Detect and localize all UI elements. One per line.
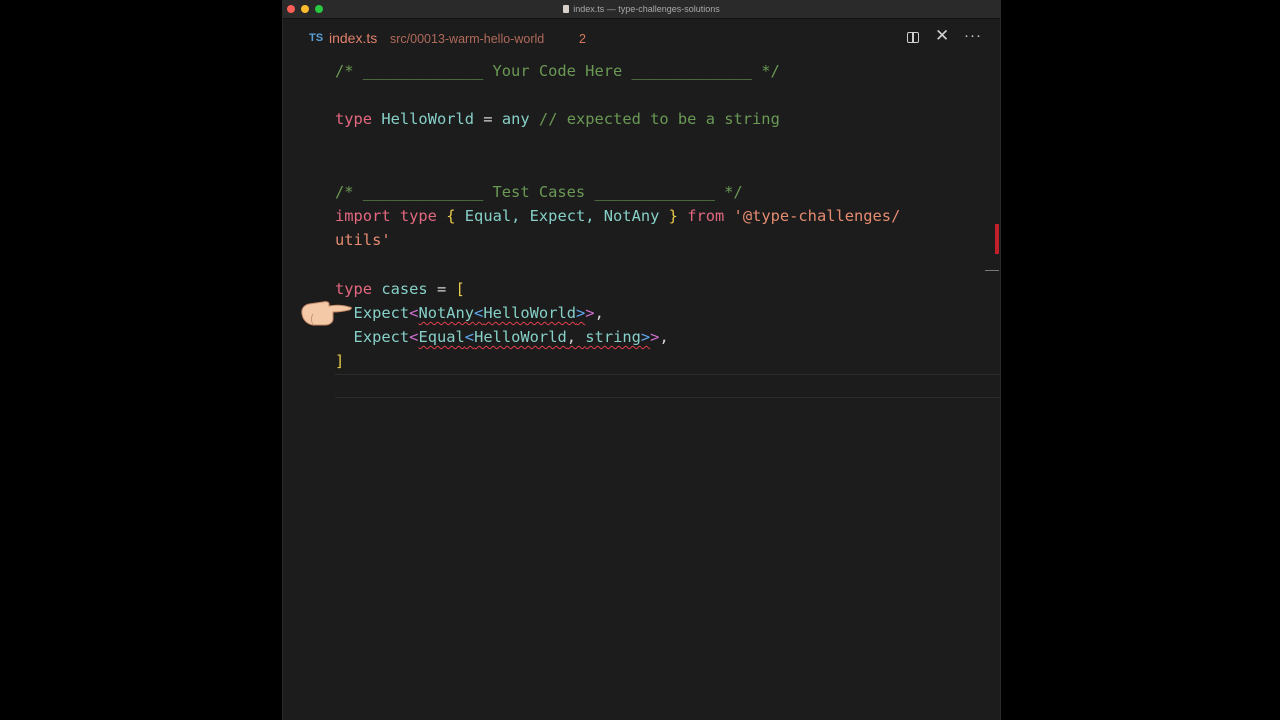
tab-file-name[interactable]: index.ts <box>329 30 377 46</box>
keyword: type <box>390 207 437 226</box>
code-line-12: Expect <Equal<HelloWorld, string>>, <box>335 325 900 349</box>
code-editor[interactable]: /* _____________ Your Code Here ________… <box>335 59 900 373</box>
bracket: < <box>474 303 484 322</box>
scrollbar-error-marker[interactable] <box>995 224 999 254</box>
typescript-icon: TS <box>309 32 324 44</box>
bracket: [ <box>455 279 465 298</box>
error-squiggle[interactable]: NotAny<HelloWorld> <box>418 304 585 322</box>
pointing-hand-icon <box>301 301 352 326</box>
string: utils' <box>335 231 391 250</box>
code-line-10: type cases = [ <box>335 277 900 301</box>
window-title: index.ts — type-challenges-solutions <box>573 4 720 14</box>
type-name: any <box>501 110 530 129</box>
title-bar: index.ts — type-challenges-solutions <box>283 0 1000 19</box>
more-actions-icon[interactable]: ··· <box>964 26 982 46</box>
type-name: string <box>585 328 641 347</box>
type-name: NotAny <box>418 303 475 322</box>
punctuation: , <box>594 303 604 322</box>
bracket: < <box>464 328 475 347</box>
type-name: HelloWorld <box>474 328 567 347</box>
code-line-7: import type { Equal, Expect, NotAny } fr… <box>335 204 900 228</box>
keyword: import <box>335 207 391 226</box>
keyword: type <box>335 110 373 129</box>
code-line-3: type HelloWorld = any // expected to be … <box>335 107 900 131</box>
window-title-wrap: index.ts — type-challenges-solutions <box>283 2 1000 16</box>
tab-file-path: src/00013-warm-hello-world <box>390 32 545 46</box>
punctuation: , <box>659 328 669 347</box>
error-squiggle[interactable]: Equal<HelloWorld, string> <box>418 328 650 346</box>
code-line-6: /* _____________ Test Cases ____________… <box>335 180 900 204</box>
close-icon[interactable]: ✕ <box>935 26 949 46</box>
type-name: Equal <box>418 328 465 347</box>
comment: // expected to be a string <box>529 110 780 129</box>
operator: = <box>474 110 502 129</box>
type-name: Equal, Expect, NotAny <box>455 207 669 226</box>
type-name: Expect <box>353 303 410 322</box>
type-name: cases <box>372 279 428 298</box>
bracket: { <box>446 207 456 226</box>
string: '@type-challenges/ <box>733 207 901 226</box>
bracket: } <box>668 207 678 226</box>
comment: /* _____________ Test Cases ____________… <box>335 182 743 201</box>
code-line-8: utils' <box>335 228 900 252</box>
code-line-13: ] <box>335 349 900 373</box>
bracket: > <box>585 303 595 322</box>
type-name: HelloWorld <box>381 110 475 129</box>
code-line-1: /* _____________ Your Code Here ________… <box>335 59 900 83</box>
file-icon <box>563 5 570 13</box>
operator: = <box>427 279 456 298</box>
bracket: > <box>640 328 651 347</box>
problem-count-badge: 2 <box>579 32 586 46</box>
current-line-highlight <box>335 374 1000 398</box>
keyword: from <box>677 207 725 226</box>
bracket: ] <box>335 352 345 371</box>
type-name: Expect <box>353 328 410 347</box>
scrollbar-cursor-marker <box>985 270 999 271</box>
type-name: HelloWorld <box>483 303 576 322</box>
editor-tab-bar: TS index.ts src/00013-warm-hello-world 2… <box>283 22 1000 56</box>
code-line-11: Expect <NotAny<HelloWorld>>, <box>335 301 900 325</box>
split-editor-icon[interactable] <box>907 32 919 43</box>
punctuation: , <box>566 328 586 347</box>
editor-window: index.ts — type-challenges-solutions TS … <box>282 0 1001 720</box>
bracket: > <box>576 303 586 322</box>
comment: /* _____________ Your Code Here ________… <box>335 62 780 80</box>
